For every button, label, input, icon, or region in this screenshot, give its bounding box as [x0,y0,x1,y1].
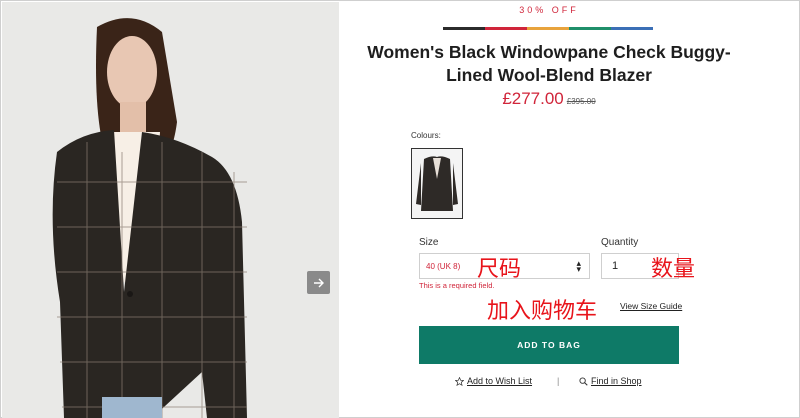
sale-tag: 30% OFF [519,5,579,15]
find-in-shop-label: Find in Shop [591,376,642,386]
wish-list-label: Add to Wish List [467,376,533,386]
size-label: Size [419,237,439,248]
find-in-shop-link[interactable]: Find in Shop [579,376,642,386]
search-icon [579,376,588,386]
stripe-segment [527,27,569,30]
price-row: £277.00 £395.00 [339,89,759,109]
current-price: £277.00 [502,89,564,108]
link-separator: | [557,376,560,386]
view-size-guide-link[interactable]: View Size Guide [620,301,682,311]
annotation-quantity: 数量 [651,257,696,282]
colour-swatch-black[interactable] [411,148,463,219]
secondary-links: Add to Wish List | Find in Shop [419,376,679,390]
original-price: £395.00 [566,97,596,106]
blazer-thumbnail [412,149,462,218]
star-icon [455,376,464,386]
stripe-segment [443,27,485,30]
product-info: 30% OFF Women's Black Windowpane Check B… [339,1,800,418]
add-to-bag-button[interactable]: ADD TO BAG [419,326,679,364]
brand-stripe [443,27,653,30]
model-photo [2,2,339,418]
size-selected-value: 40 (UK 8) [426,261,461,271]
arrow-right-icon [313,278,324,287]
stripe-segment [485,27,527,30]
stripe-segment [611,27,653,30]
annotation-size: 尺码 [477,257,522,282]
annotation-add-to-cart: 加入购物车 [487,299,598,324]
product-title: Women's Black Windowpane Check Buggy-Lin… [367,42,731,85]
quantity-label: Quantity [601,237,639,248]
next-image-button[interactable] [307,271,330,294]
add-to-wish-list-link[interactable]: Add to Wish List [455,376,532,386]
colours-label: Colours: [411,131,441,140]
stripe-segment [569,27,611,30]
product-image [2,2,339,418]
select-arrows-icon: ▴ ▾ [576,258,581,274]
